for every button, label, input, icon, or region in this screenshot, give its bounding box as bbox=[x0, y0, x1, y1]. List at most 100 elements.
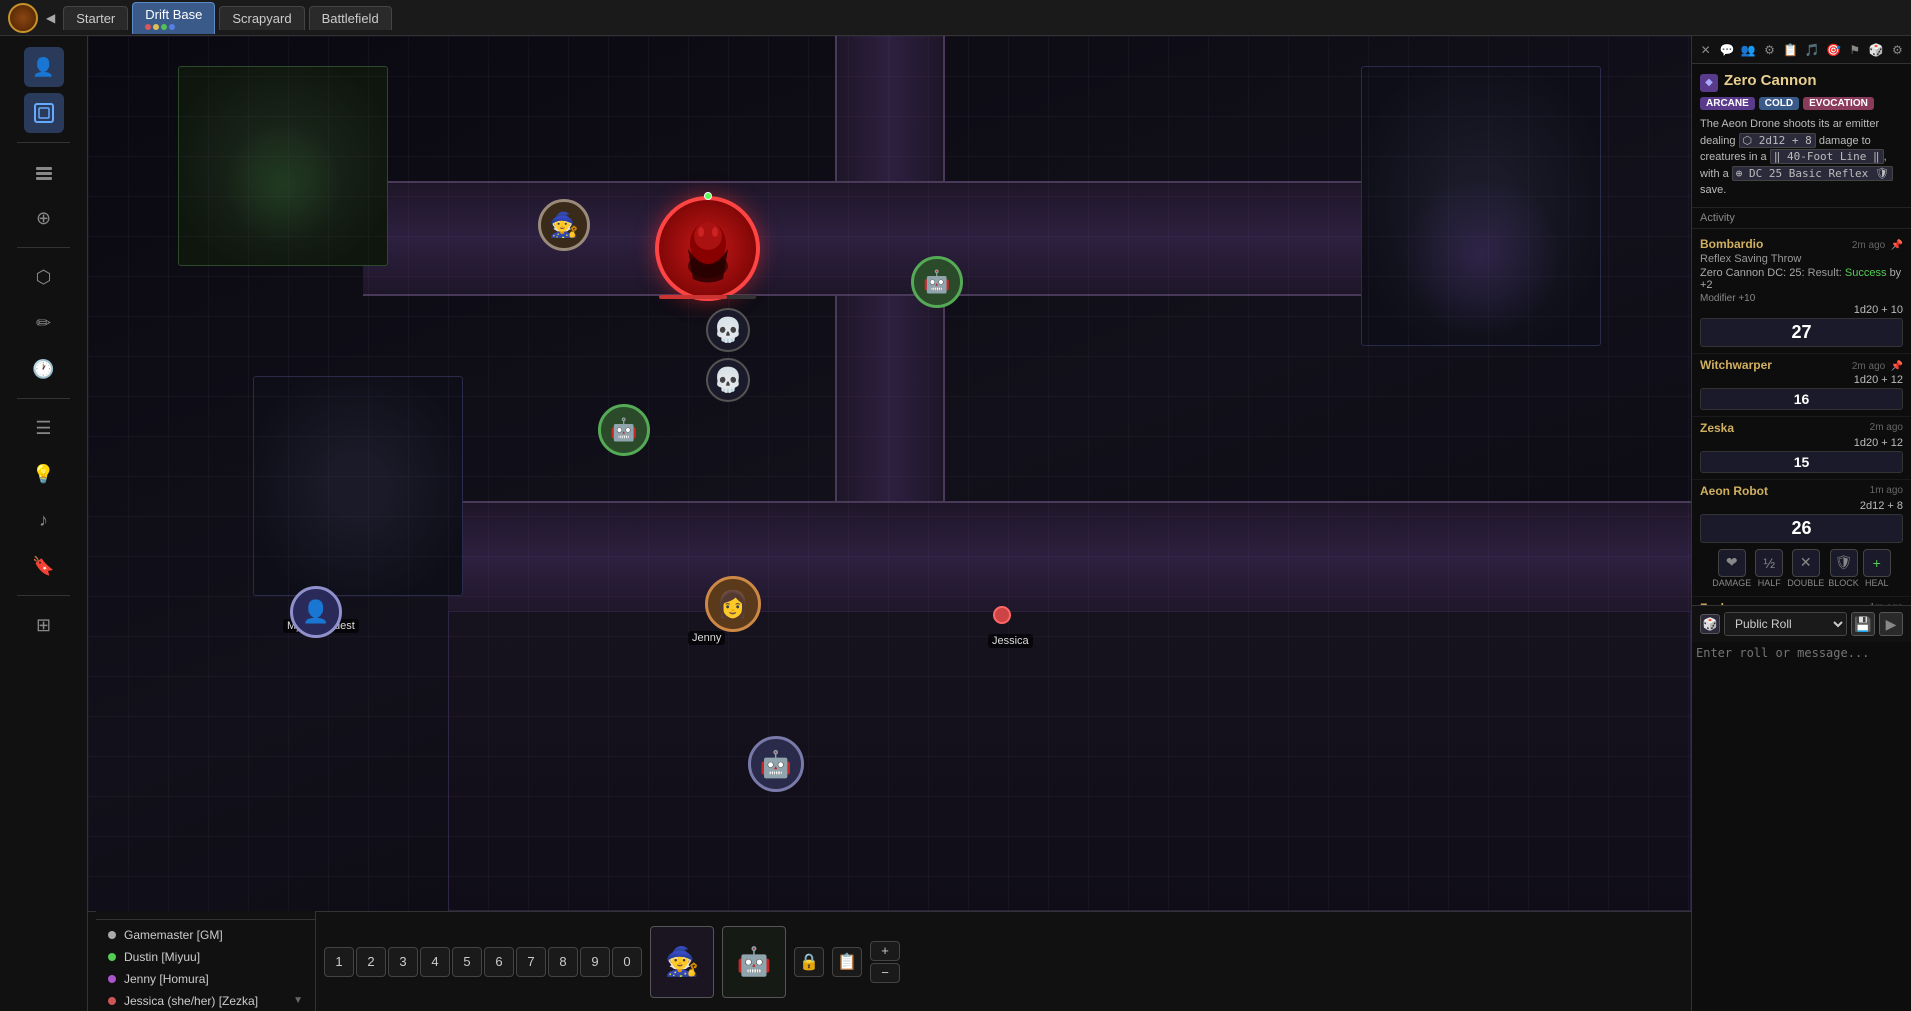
players-list: Gamemaster [GM] Dustin [Miyuu] Jenny [Ho… bbox=[96, 920, 315, 1011]
num-1[interactable]: 1 bbox=[324, 947, 354, 977]
roll-expr-zeska-1: 1d20 + 12 bbox=[1700, 437, 1903, 449]
left-sidebar: 👤 ⊕ ⬡ ✏ 🕐 ☰ 💡 ♪ 🔖 ⊞ bbox=[0, 36, 88, 1011]
roll-type-select[interactable]: Public Roll Private Roll GM Roll bbox=[1724, 612, 1847, 636]
token-skull-1[interactable]: 💀 bbox=[706, 308, 750, 352]
num-4[interactable]: 4 bbox=[420, 947, 450, 977]
damage-icon: ❤ bbox=[1718, 549, 1746, 577]
player-gamemaster[interactable]: Gamemaster [GM] bbox=[96, 924, 315, 946]
tag-icon[interactable]: ⬡ bbox=[24, 257, 64, 297]
roll-result-zeska-1: 15 bbox=[1700, 451, 1903, 473]
player-dot-dustin bbox=[108, 953, 116, 961]
token-robot-mid[interactable]: 🤖 bbox=[598, 404, 650, 456]
spell-description: The Aeon Drone shoots its ar emitter dea… bbox=[1700, 116, 1903, 199]
portrait-slot-2[interactable]: 🤖 bbox=[722, 926, 786, 998]
num-7[interactable]: 7 bbox=[516, 947, 546, 977]
dice-roll-icon[interactable]: 🎲 bbox=[1700, 614, 1720, 634]
num-9[interactable]: 9 bbox=[580, 947, 610, 977]
damage-btn[interactable]: ❤ DAMAGE bbox=[1712, 549, 1751, 588]
bookmark-icon[interactable]: 🔖 bbox=[24, 546, 64, 586]
tab-starter[interactable]: Starter bbox=[63, 6, 128, 30]
roll-text-area[interactable] bbox=[1692, 642, 1911, 1011]
clock-icon[interactable]: 🕐 bbox=[24, 349, 64, 389]
block-icon: 🛡 bbox=[1830, 549, 1858, 577]
modifier-bombardio: Modifier +10 bbox=[1700, 293, 1903, 304]
target-icon[interactable]: 🎯 bbox=[1824, 40, 1843, 60]
token-mysterygues[interactable]: 👤 bbox=[290, 586, 342, 638]
token-mech[interactable]: 🤖 bbox=[748, 736, 804, 792]
actor-witchwarper-1: Witchwarper bbox=[1700, 358, 1772, 372]
bottom-bar: 👥 Players ∧ Gamemaster [GM] Dustin [Miyu… bbox=[88, 911, 1691, 1011]
frame-icon[interactable] bbox=[24, 93, 64, 133]
token-alien[interactable]: 🤖 bbox=[911, 256, 963, 308]
list-icon[interactable]: ☰ bbox=[24, 408, 64, 448]
player-jessica[interactable]: Jessica (she/her) [Zezka] ▼ bbox=[96, 990, 315, 1011]
dot-yellow bbox=[153, 24, 159, 30]
num-3[interactable]: 3 bbox=[388, 947, 418, 977]
num-6[interactable]: 6 bbox=[484, 947, 514, 977]
actor-bombardio-1: Bombardio bbox=[1700, 237, 1763, 251]
spell-range: ‖ 40-Foot Line ‖ bbox=[1770, 149, 1884, 164]
notes-icon[interactable]: 📋 bbox=[1781, 40, 1800, 60]
block-btn[interactable]: 🛡 BLOCK bbox=[1828, 549, 1859, 588]
dot-blue bbox=[169, 24, 175, 30]
half-btn[interactable]: ½ HALF bbox=[1755, 549, 1783, 588]
action-bombardio-1: Reflex Saving Throw bbox=[1700, 253, 1903, 265]
double-btn[interactable]: ✕ DOUBLE bbox=[1787, 549, 1824, 588]
token-skull-2[interactable]: 💀 bbox=[706, 358, 750, 402]
heal-label: HEAL bbox=[1865, 578, 1889, 588]
portrait-icon[interactable]: 👤 bbox=[24, 47, 64, 87]
crosshair-icon[interactable]: ⊕ bbox=[24, 198, 64, 238]
activity-scroll[interactable]: Bombardio 2m ago 📌 Reflex Saving Throw Z… bbox=[1692, 229, 1911, 606]
music-icon[interactable]: ♪ bbox=[24, 500, 64, 540]
portrait-slot-1[interactable]: 🧙 bbox=[650, 926, 714, 998]
token-jenny-bottom[interactable]: 👩 bbox=[705, 576, 761, 632]
layers-icon[interactable] bbox=[24, 152, 64, 192]
lock-icon[interactable]: 🔒 bbox=[794, 947, 824, 977]
token-boss[interactable] bbox=[655, 196, 760, 301]
player-jenny[interactable]: Jenny [Homura] bbox=[96, 968, 315, 990]
grid-overlay bbox=[88, 36, 1691, 911]
activity-bombardio-reflex: Bombardio 2m ago 📌 Reflex Saving Throw Z… bbox=[1692, 233, 1911, 354]
token-jessica[interactable] bbox=[993, 606, 1011, 624]
audio-icon[interactable]: 🎵 bbox=[1802, 40, 1821, 60]
clipboard-icon[interactable]: 📋 bbox=[832, 947, 862, 977]
flag-icon[interactable]: ⚑ bbox=[1845, 40, 1864, 60]
send-roll-btn[interactable]: ▶ bbox=[1879, 612, 1903, 636]
zoom-out[interactable]: − bbox=[870, 963, 900, 983]
badge-cold: COLD bbox=[1759, 97, 1799, 110]
player-dustin[interactable]: Dustin [Miyuu] bbox=[96, 946, 315, 968]
damage-label: DAMAGE bbox=[1712, 578, 1751, 588]
save-roll-btn[interactable]: 💾 bbox=[1851, 612, 1875, 636]
heal-btn[interactable]: + HEAL bbox=[1863, 549, 1891, 588]
dot-red bbox=[145, 24, 151, 30]
tab-drift-base[interactable]: Drift Base bbox=[132, 2, 215, 34]
chat-icon[interactable]: 💬 bbox=[1717, 40, 1736, 60]
dice-icon[interactable]: 🎲 bbox=[1866, 40, 1885, 60]
tab-battlefield[interactable]: Battlefield bbox=[309, 6, 392, 30]
player-name-jenny: Jenny [Homura] bbox=[124, 972, 303, 986]
activity-zeska-1: Zeska 2m ago 1d20 + 12 15 bbox=[1692, 417, 1911, 480]
num-0[interactable]: 0 bbox=[612, 947, 642, 977]
bulb-icon[interactable]: 💡 bbox=[24, 454, 64, 494]
map-area[interactable]: 🧙 bbox=[88, 36, 1691, 911]
grid-icon[interactable]: ⊞ bbox=[24, 605, 64, 645]
back-arrow[interactable]: ◀ bbox=[42, 11, 59, 25]
boss-hp-bar bbox=[659, 295, 756, 299]
settings-icon-1[interactable]: ⚙ bbox=[1760, 40, 1779, 60]
spell-header: ◆ Zero Cannon ARCANE COLD EVOCATION The … bbox=[1692, 64, 1911, 208]
num-2[interactable]: 2 bbox=[356, 947, 386, 977]
settings-icon-2[interactable]: ⚙ bbox=[1888, 40, 1907, 60]
pencil-icon[interactable]: ✏ bbox=[24, 303, 64, 343]
zoom-in[interactable]: + bbox=[870, 941, 900, 961]
num-8[interactable]: 8 bbox=[548, 947, 578, 977]
num-5[interactable]: 5 bbox=[452, 947, 482, 977]
token-npc1[interactable]: 🧙 bbox=[538, 199, 590, 251]
time-aeon-robot: 1m ago bbox=[1870, 485, 1903, 496]
zoom-controls: + − bbox=[870, 941, 900, 983]
time-bombardio-1: 2m ago bbox=[1852, 240, 1885, 251]
close-icon[interactable]: ✕ bbox=[1696, 40, 1715, 60]
tab-scrapyard[interactable]: Scrapyard bbox=[219, 6, 304, 30]
users-icon[interactable]: 👥 bbox=[1739, 40, 1758, 60]
app-logo[interactable] bbox=[8, 3, 38, 33]
roll-input[interactable] bbox=[1692, 642, 1911, 1011]
